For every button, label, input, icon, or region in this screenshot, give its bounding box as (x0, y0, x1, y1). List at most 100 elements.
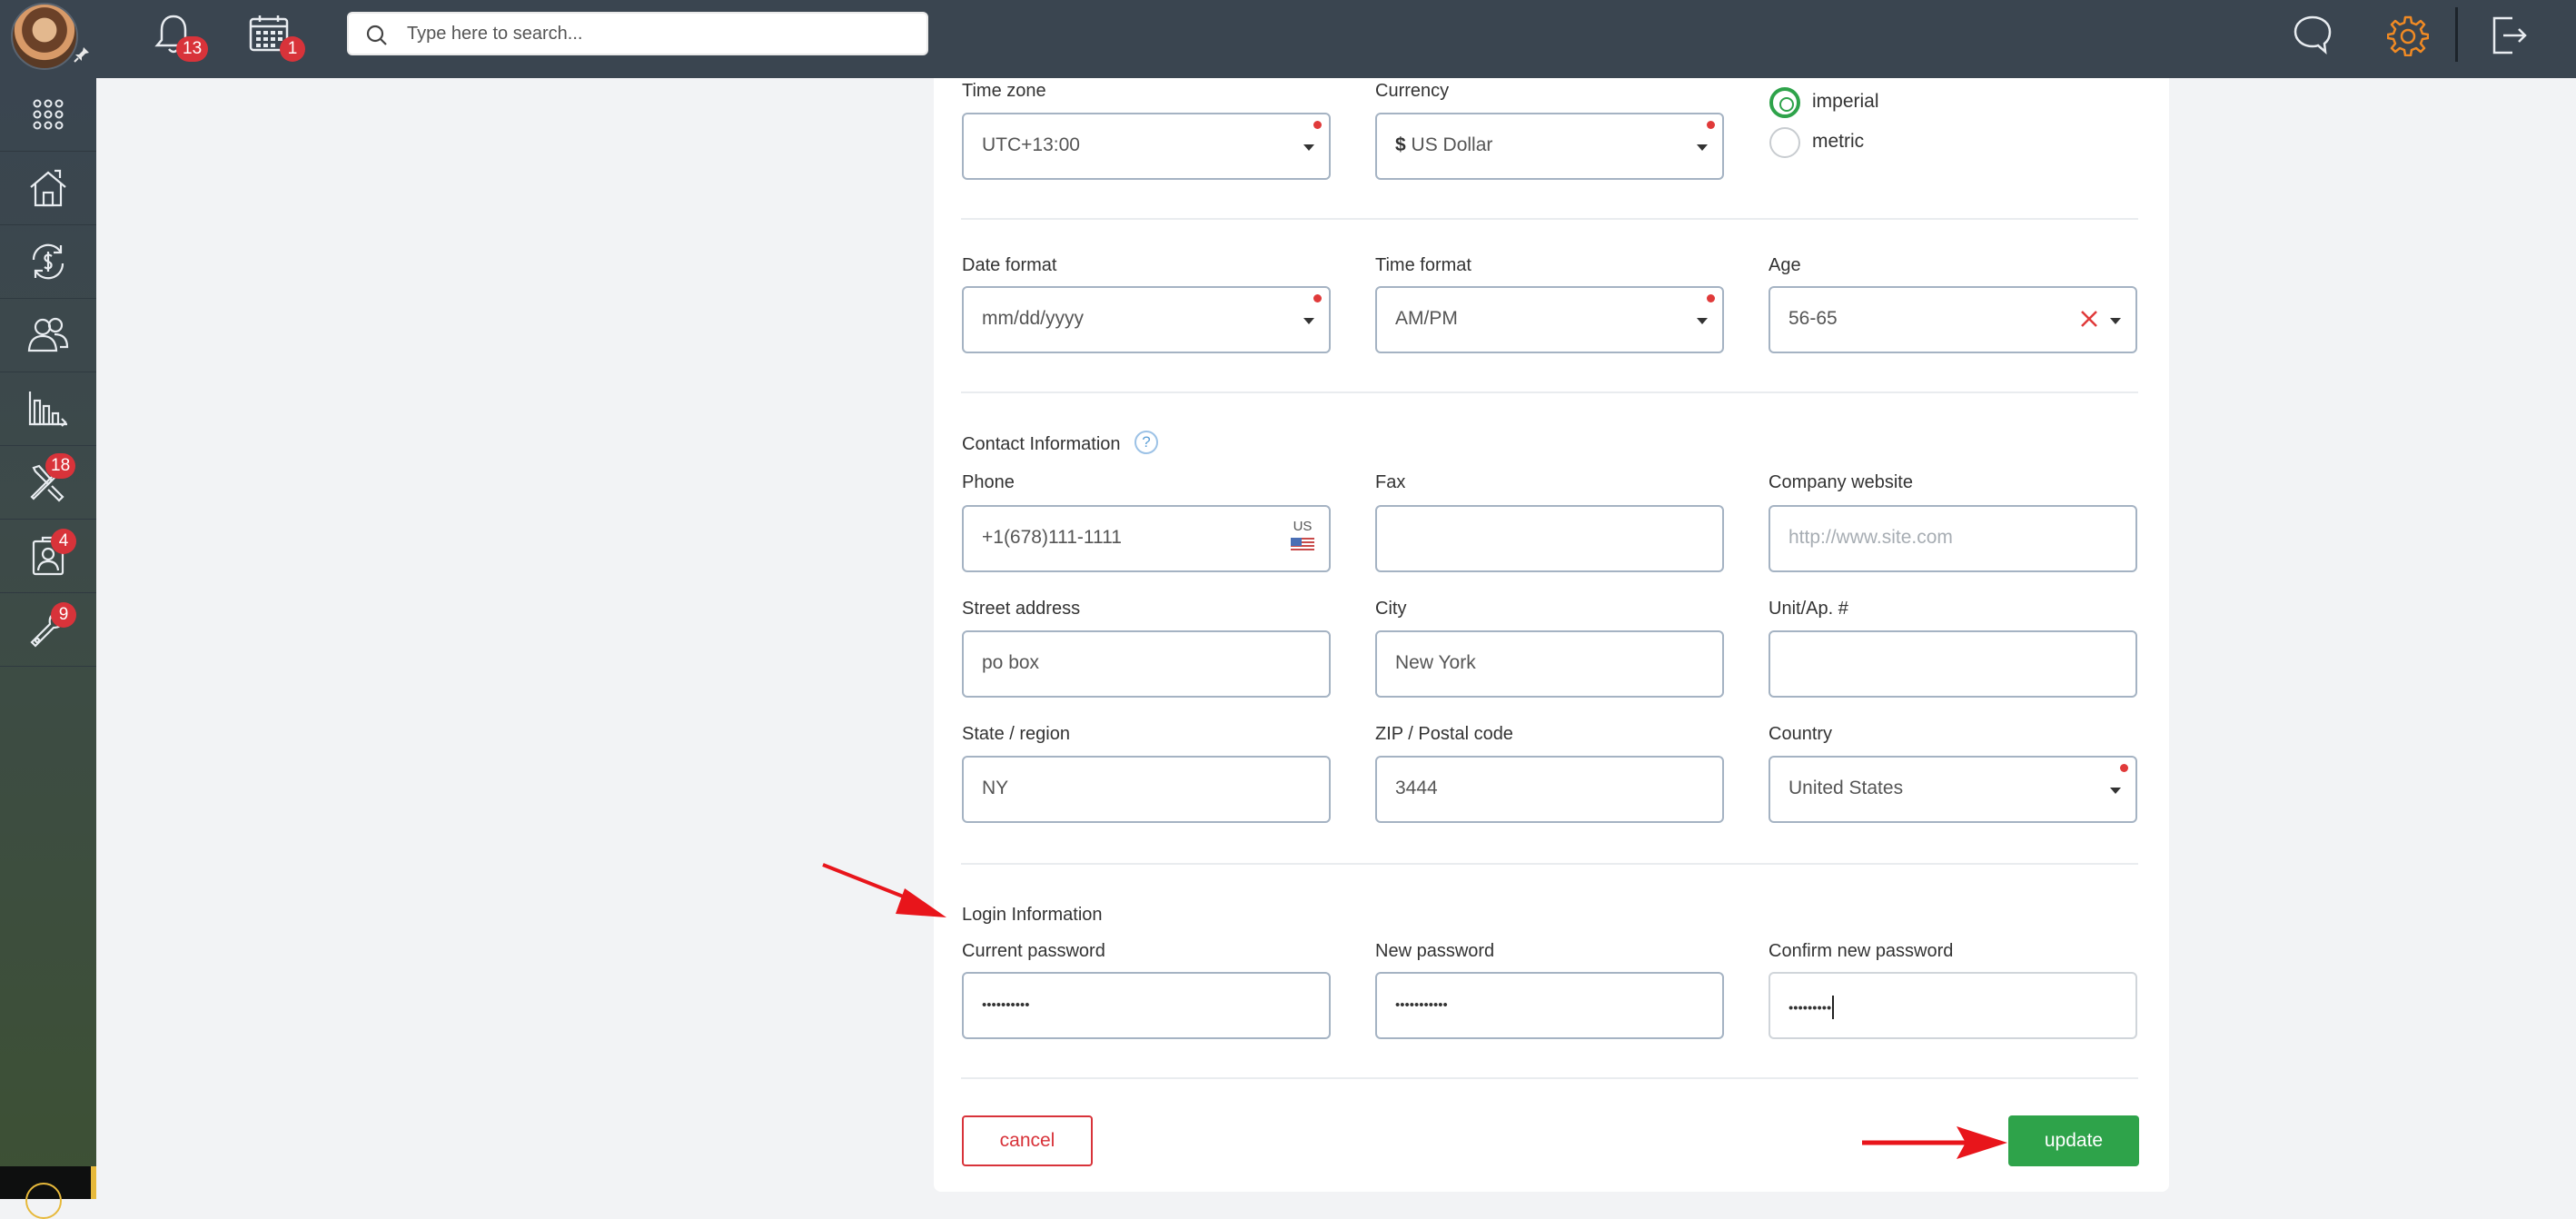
timezone-value: UTC+13:00 (982, 134, 1080, 155)
unit-field[interactable] (1769, 630, 2137, 698)
website-placeholder: http://www.site.com (1788, 527, 1953, 548)
currency-value: US Dollar (1411, 134, 1493, 155)
topbar-divider (2455, 7, 2458, 62)
status-circle-icon[interactable] (25, 1183, 62, 1219)
required-dot (1313, 294, 1322, 302)
tools-badge: 18 (45, 453, 76, 479)
required-dot (2120, 764, 2128, 772)
currency-symbol: $ (1395, 134, 1406, 155)
unit-label: Unit/Ap. # (1769, 599, 1848, 619)
contacts-icon (27, 317, 69, 352)
imperial-radio[interactable] (1769, 87, 1800, 118)
sidebar-accent (91, 1166, 96, 1199)
imperial-label[interactable]: imperial (1812, 91, 1879, 113)
fax-label: Fax (1375, 472, 1406, 492)
new-password-field[interactable]: ••••••••••• (1375, 972, 1724, 1039)
date-format-select[interactable]: mm/dd/yyyy (962, 286, 1331, 353)
pin-icon[interactable] (73, 45, 91, 64)
sidebar-item-profile[interactable]: 4 (0, 520, 96, 593)
maintenance-badge: 9 (51, 602, 76, 628)
chevron-down-icon (1697, 144, 1708, 151)
search-icon (366, 25, 387, 45)
new-password-label: New password (1375, 941, 1495, 961)
state-label: State / region (962, 724, 1070, 744)
city-field[interactable]: New York (1375, 630, 1724, 698)
date-format-value: mm/dd/yyyy (982, 308, 1085, 329)
contact-info-title: Contact Information (962, 434, 1121, 454)
age-label: Age (1769, 255, 1801, 275)
confirm-password-field[interactable]: ••••••••• (1769, 972, 2137, 1039)
state-value: NY (982, 778, 1009, 798)
time-format-select[interactable]: AM/PM (1375, 286, 1724, 353)
website-field[interactable]: http://www.site.com (1769, 505, 2137, 572)
profile-badge: 4 (51, 529, 76, 554)
annotation-arrow-update (1862, 1126, 2007, 1159)
chevron-down-icon (1697, 318, 1708, 324)
clear-icon[interactable] (2079, 308, 2099, 330)
chevron-down-icon (2110, 788, 2121, 794)
gear-icon[interactable] (2387, 15, 2429, 56)
sidebar-item-tools[interactable]: 18 (0, 446, 96, 520)
zip-value: 3444 (1395, 778, 1438, 798)
required-dot (1313, 121, 1322, 129)
house-icon (30, 169, 66, 207)
search-input[interactable] (407, 21, 907, 46)
sidebar-item-contacts[interactable] (0, 299, 96, 372)
phone-value: +1(678)111-1111 (982, 527, 1122, 548)
state-field[interactable]: NY (962, 756, 1331, 823)
date-format-label: Date format (962, 255, 1057, 275)
metric-radio[interactable] (1769, 127, 1800, 158)
top-bar: 13 1 (0, 0, 2576, 78)
age-value: 56-65 (1788, 308, 1838, 329)
country-select[interactable]: United States (1769, 756, 2137, 823)
country-label: Country (1769, 724, 1833, 744)
apps-grid-icon (33, 99, 64, 130)
sidebar-item-reports[interactable] (0, 372, 96, 446)
fax-field[interactable] (1375, 505, 1724, 572)
notifications-badge: 13 (176, 36, 209, 62)
phone-field[interactable]: +1(678)111-1111 US (962, 505, 1331, 572)
street-label: Street address (962, 599, 1081, 619)
annotation-arrow-login (822, 863, 946, 917)
chevron-down-icon (1303, 318, 1314, 324)
sidebar-item-maintenance[interactable]: 9 (0, 593, 96, 667)
cancel-button[interactable]: cancel (962, 1115, 1093, 1166)
current-password-field[interactable]: •••••••••• (962, 972, 1331, 1039)
website-label: Company website (1769, 472, 1913, 492)
country-value: United States (1788, 778, 1904, 798)
notifications-button[interactable]: 13 (149, 11, 213, 65)
text-cursor (1832, 996, 1835, 1019)
current-password-value: •••••••••• (982, 997, 1030, 1013)
metric-label[interactable]: metric (1812, 131, 1864, 153)
chat-icon[interactable] (2291, 14, 2334, 57)
sidebar-item-finance[interactable] (0, 225, 96, 299)
street-field[interactable]: po box (962, 630, 1331, 698)
current-password-label: Current password (962, 941, 1105, 961)
phone-label: Phone (962, 472, 1015, 492)
sidebar-footer (0, 1166, 91, 1219)
sidebar: 18 4 9 (0, 78, 96, 1199)
user-avatar[interactable] (11, 3, 78, 70)
new-password-value: ••••••••••• (1395, 997, 1448, 1013)
bar-chart-icon (28, 391, 67, 427)
sidebar-item-apps[interactable] (0, 78, 96, 152)
time-format-label: Time format (1375, 255, 1471, 275)
timezone-label: Time zone (962, 81, 1046, 101)
required-dot (1707, 294, 1715, 302)
zip-field[interactable]: 3444 (1375, 756, 1724, 823)
city-value: New York (1395, 652, 1476, 673)
phone-country: US (1293, 519, 1313, 534)
logout-icon[interactable] (2491, 15, 2529, 56)
help-icon[interactable]: ? (1134, 431, 1158, 454)
chevron-down-icon (2110, 318, 2121, 324)
currency-select[interactable]: $ US Dollar (1375, 113, 1724, 180)
chevron-down-icon (1303, 144, 1314, 151)
search-bar[interactable] (347, 12, 928, 55)
update-button[interactable]: update (2008, 1115, 2139, 1166)
calendar-badge: 1 (280, 36, 305, 62)
calendar-button[interactable]: 1 (249, 13, 309, 65)
sidebar-item-home[interactable] (0, 152, 96, 225)
age-select[interactable]: 56-65 (1769, 286, 2137, 353)
us-flag-icon[interactable]: US (1289, 520, 1316, 552)
timezone-select[interactable]: UTC+13:00 (962, 113, 1331, 180)
